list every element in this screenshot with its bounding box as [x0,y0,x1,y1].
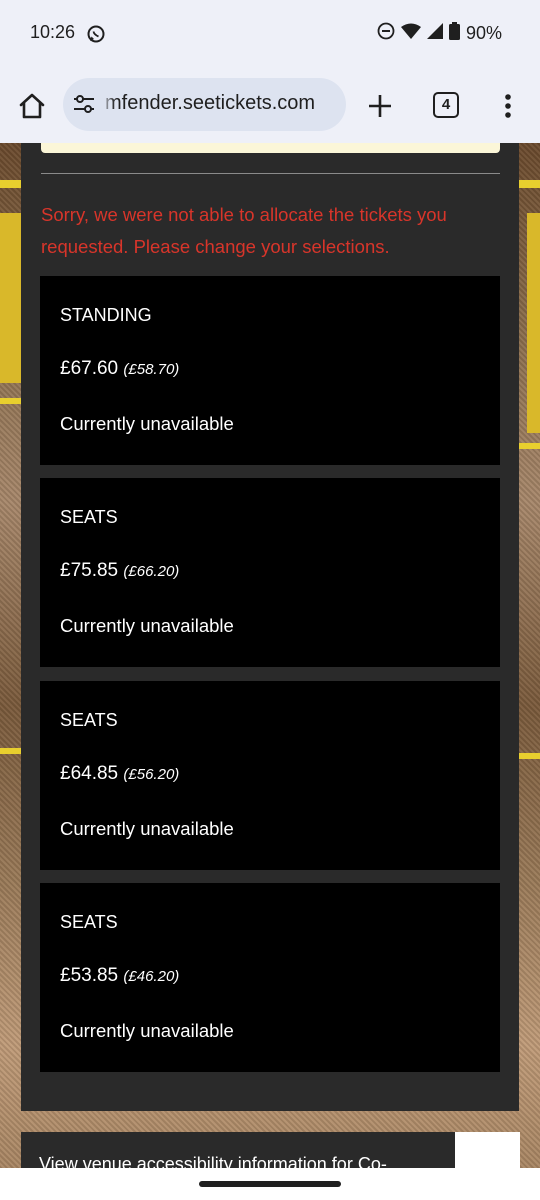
tabs-button[interactable]: 4 [433,92,459,118]
previous-field-edge [41,143,500,153]
battery-percent: 90% [465,23,502,43]
ticket-price: £53.85 (£46.20) [60,965,179,987]
wifi-icon [400,23,421,44]
ticket-card: SEATS £53.85 (£46.20) Currently unavaila… [40,883,500,1072]
accessibility-info-bar[interactable]: View venue accessibility information for… [21,1132,455,1168]
ticket-type: SEATS [60,507,118,527]
plus-icon[interactable] [366,92,394,120]
background-yellow-band [0,398,21,404]
divider [41,173,500,174]
ticket-status: Currently unavailable [60,818,234,839]
background-yellow-band [0,748,21,754]
ticket-fee-note: (£58.70) [123,361,180,378]
ticket-card: SEATS £64.85 (£56.20) Currently unavaila… [40,681,500,870]
background-yellow-panel [527,213,540,433]
ticket-status: Currently unavailable [60,615,234,636]
more-vert-icon[interactable] [496,90,520,122]
url-fade [101,78,115,131]
url-bar[interactable]: mfender.seetickets.com [63,78,346,131]
background-yellow-band [519,753,540,759]
ticket-price: £64.85 (£56.20) [60,763,179,785]
ticket-type: SEATS [60,912,118,932]
gesture-handle[interactable] [199,1181,341,1187]
gesture-nav-area [0,1168,540,1200]
signal-icon [426,23,443,44]
page-content: Sorry, we were not able to allocate the … [0,143,540,1168]
ticket-price-value: £75.85 [60,560,119,581]
ticket-status: Currently unavailable [60,1020,234,1041]
ticket-card: SEATS £75.85 (£66.20) Currently unavaila… [40,478,500,667]
overlay-box [455,1132,520,1168]
ticket-price-value: £67.60 [60,358,119,379]
ticket-fee-note: (£46.20) [123,968,180,985]
url-text: mfender.seetickets.com [105,92,316,114]
ticket-card: STANDING £67.60 (£58.70) Currently unava… [40,276,500,465]
background-yellow-band [519,180,540,188]
background-yellow-band [0,180,21,188]
error-message: Sorry, we were not able to allocate the … [41,204,447,257]
site-settings-icon[interactable] [73,94,95,119]
ticket-price-value: £53.85 [60,965,119,986]
status-bar: 10:26 90% [0,0,540,68]
battery-icon [448,22,460,45]
background-yellow-band [519,443,540,449]
status-time: 10:26 [30,22,76,42]
ticket-type: SEATS [60,710,118,730]
do-not-disturb-icon [377,22,395,45]
ticket-status: Currently unavailable [60,413,234,434]
ticket-type: STANDING [60,305,152,325]
accessibility-info-link[interactable]: View venue accessibility information for… [39,1154,387,1168]
ticket-price: £75.85 (£66.20) [60,560,179,582]
ticket-fee-note: (£66.20) [123,563,180,580]
tickets-panel: Sorry, we were not able to allocate the … [21,143,519,1111]
ticket-price-value: £64.85 [60,763,119,784]
ticket-fee-note: (£56.20) [123,766,180,783]
background-yellow-panel [0,213,21,383]
ticket-price: £67.60 (£58.70) [60,358,179,380]
whatsapp-icon [86,24,106,49]
browser-toolbar: mfender.seetickets.com 4 [0,68,540,143]
home-icon[interactable] [16,90,48,122]
